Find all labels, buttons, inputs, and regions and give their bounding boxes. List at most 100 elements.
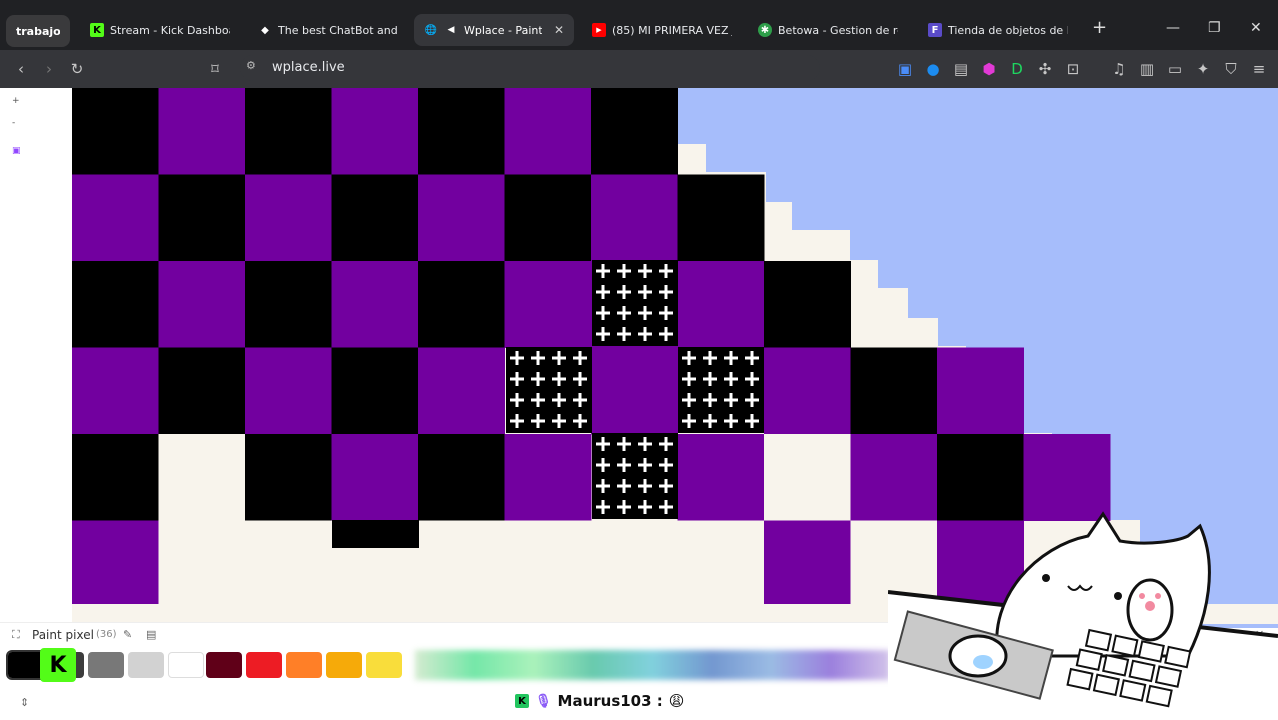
bongo-cat-overlay [888,511,1278,720]
collapse-icon[interactable]: ⛶ [12,628,20,642]
pixel-cell [245,88,332,175]
cross-mark [729,372,733,386]
cross-mark [750,393,754,407]
cross-mark [708,372,712,386]
tab-wplace[interactable]: 🌐 ◀ Wplace - Paint th ✕ [414,14,574,46]
cross-mark [578,372,582,386]
extension-screen-icon[interactable]: ▣ [896,60,914,78]
cross-mark [578,414,582,428]
tab-youtube[interactable]: ▶ (85) MI PRIMERA VEZ JU [582,14,742,46]
pixel-cell [72,347,159,435]
cross-mark [557,414,561,428]
reload-icon[interactable]: ↻ [68,60,86,78]
minimize-icon[interactable]: — [1166,20,1180,36]
pixel-cell [331,347,419,435]
chat-emoji: 😩 [668,692,685,710]
speaker-icon[interactable]: ◀ [444,23,458,37]
menu-icon[interactable]: ≡ [1250,60,1268,78]
pixel-cell [764,520,851,608]
cross-mark [622,285,626,299]
color-swatch[interactable] [246,652,282,678]
extension-d-icon[interactable]: D [1008,60,1026,78]
chat-message: K 🎙 Maurus103 : 😩 [515,689,684,713]
zoom-in-icon[interactable]: + [12,96,20,106]
sidebar-icon[interactable]: ▥ [1138,60,1156,78]
cross-mark [664,500,668,514]
extensions-puzzle-icon[interactable]: ✣ [1036,60,1054,78]
pixel-cell [245,434,332,521]
pixel-cell [158,261,246,348]
color-swatch[interactable] [326,652,362,678]
color-swatch[interactable] [88,652,124,678]
pixel-cell [331,174,419,262]
screenshot-icon[interactable]: ⊡ [1064,60,1082,78]
pixel-cell [504,88,592,175]
media-icon[interactable]: ♫ [1110,60,1128,78]
cross-mark [515,351,519,365]
cross-mark [557,372,561,386]
pixel-cell [418,520,505,608]
close-window-icon[interactable]: ✕ [1250,20,1262,36]
forward-icon[interactable]: › [40,60,58,78]
cross-mark [578,393,582,407]
layers-icon[interactable]: ▤ [146,628,156,641]
color-swatch[interactable] [286,652,322,678]
page-viewport: + - ▣ ⛶ Paint pixel (36) ✎ ▤ K ⇕ ✕ [0,88,1278,720]
cross-mark [601,458,605,472]
edit-icon[interactable]: ✎ [123,628,132,641]
leo-ai-icon[interactable]: ✦ [1194,60,1212,78]
tab-fortnite[interactable]: F Tienda de objetos de Fo [918,14,1078,46]
back-icon[interactable]: ‹ [12,60,30,78]
pixel-cell [504,434,592,521]
cross-mark [622,264,626,278]
cross-mark [578,351,582,365]
color-swatch[interactable] [168,652,204,678]
url-text[interactable]: wplace.live [272,60,345,75]
color-swatch[interactable] [6,650,46,680]
tab-group-trabajo[interactable]: trabajo 2 [6,15,70,47]
color-swatch[interactable] [128,652,164,678]
twitch-icon[interactable]: ▣ [12,146,21,156]
pixel-cell [418,261,505,348]
pixel-cell [591,174,678,262]
pixel-cell [331,434,419,521]
betowa-icon: ✱ [758,23,772,37]
color-swatch[interactable] [206,652,242,678]
pixel-cell [158,174,246,262]
tab-kick-dashboard[interactable]: K Stream - Kick Dashboard [80,14,242,46]
cross-mark [643,458,647,472]
zoom-out-icon[interactable]: - [12,118,20,128]
tab-chatbot[interactable]: ◆ The best ChatBot and W [248,14,408,46]
cross-mark [536,414,540,428]
expand-icon[interactable]: ⇕ [20,696,29,709]
cross-mark [536,372,540,386]
wallet-icon[interactable]: ▭ [1166,60,1184,78]
cross-mark [515,393,519,407]
cross-mark [557,393,561,407]
chat-username: Maurus103 : [557,692,663,710]
extension-image-icon[interactable]: ▤ [952,60,970,78]
color-swatch[interactable] [366,652,402,678]
kick-badge-icon: K [515,694,529,708]
close-tab-icon[interactable]: ✕ [554,23,564,37]
cross-mark [622,327,626,341]
cross-mark [643,264,647,278]
pixel-cell [504,520,592,608]
cross-mark [622,437,626,451]
cross-mark [536,393,540,407]
globe-icon: 🌐 [424,24,438,36]
new-tab-button[interactable]: + [1092,17,1107,38]
cross-mark [687,414,691,428]
cross-mark [687,393,691,407]
cross-mark [687,351,691,365]
pixel-cell [677,261,765,348]
extension-u-icon[interactable]: ⬢ [980,60,998,78]
vpn-icon[interactable]: ⛉ [1222,60,1240,78]
pixel-cell [331,88,419,175]
tab-betowa[interactable]: ✱ Betowa - Gestion de red [748,14,914,46]
pixel-cell [764,434,851,521]
restore-icon[interactable]: ❐ [1208,20,1221,36]
bookmark-icon[interactable]: ⌑ [206,60,224,78]
site-settings-icon[interactable]: ⚙ [246,59,256,72]
extension-shazam-icon[interactable]: ● [924,60,942,78]
